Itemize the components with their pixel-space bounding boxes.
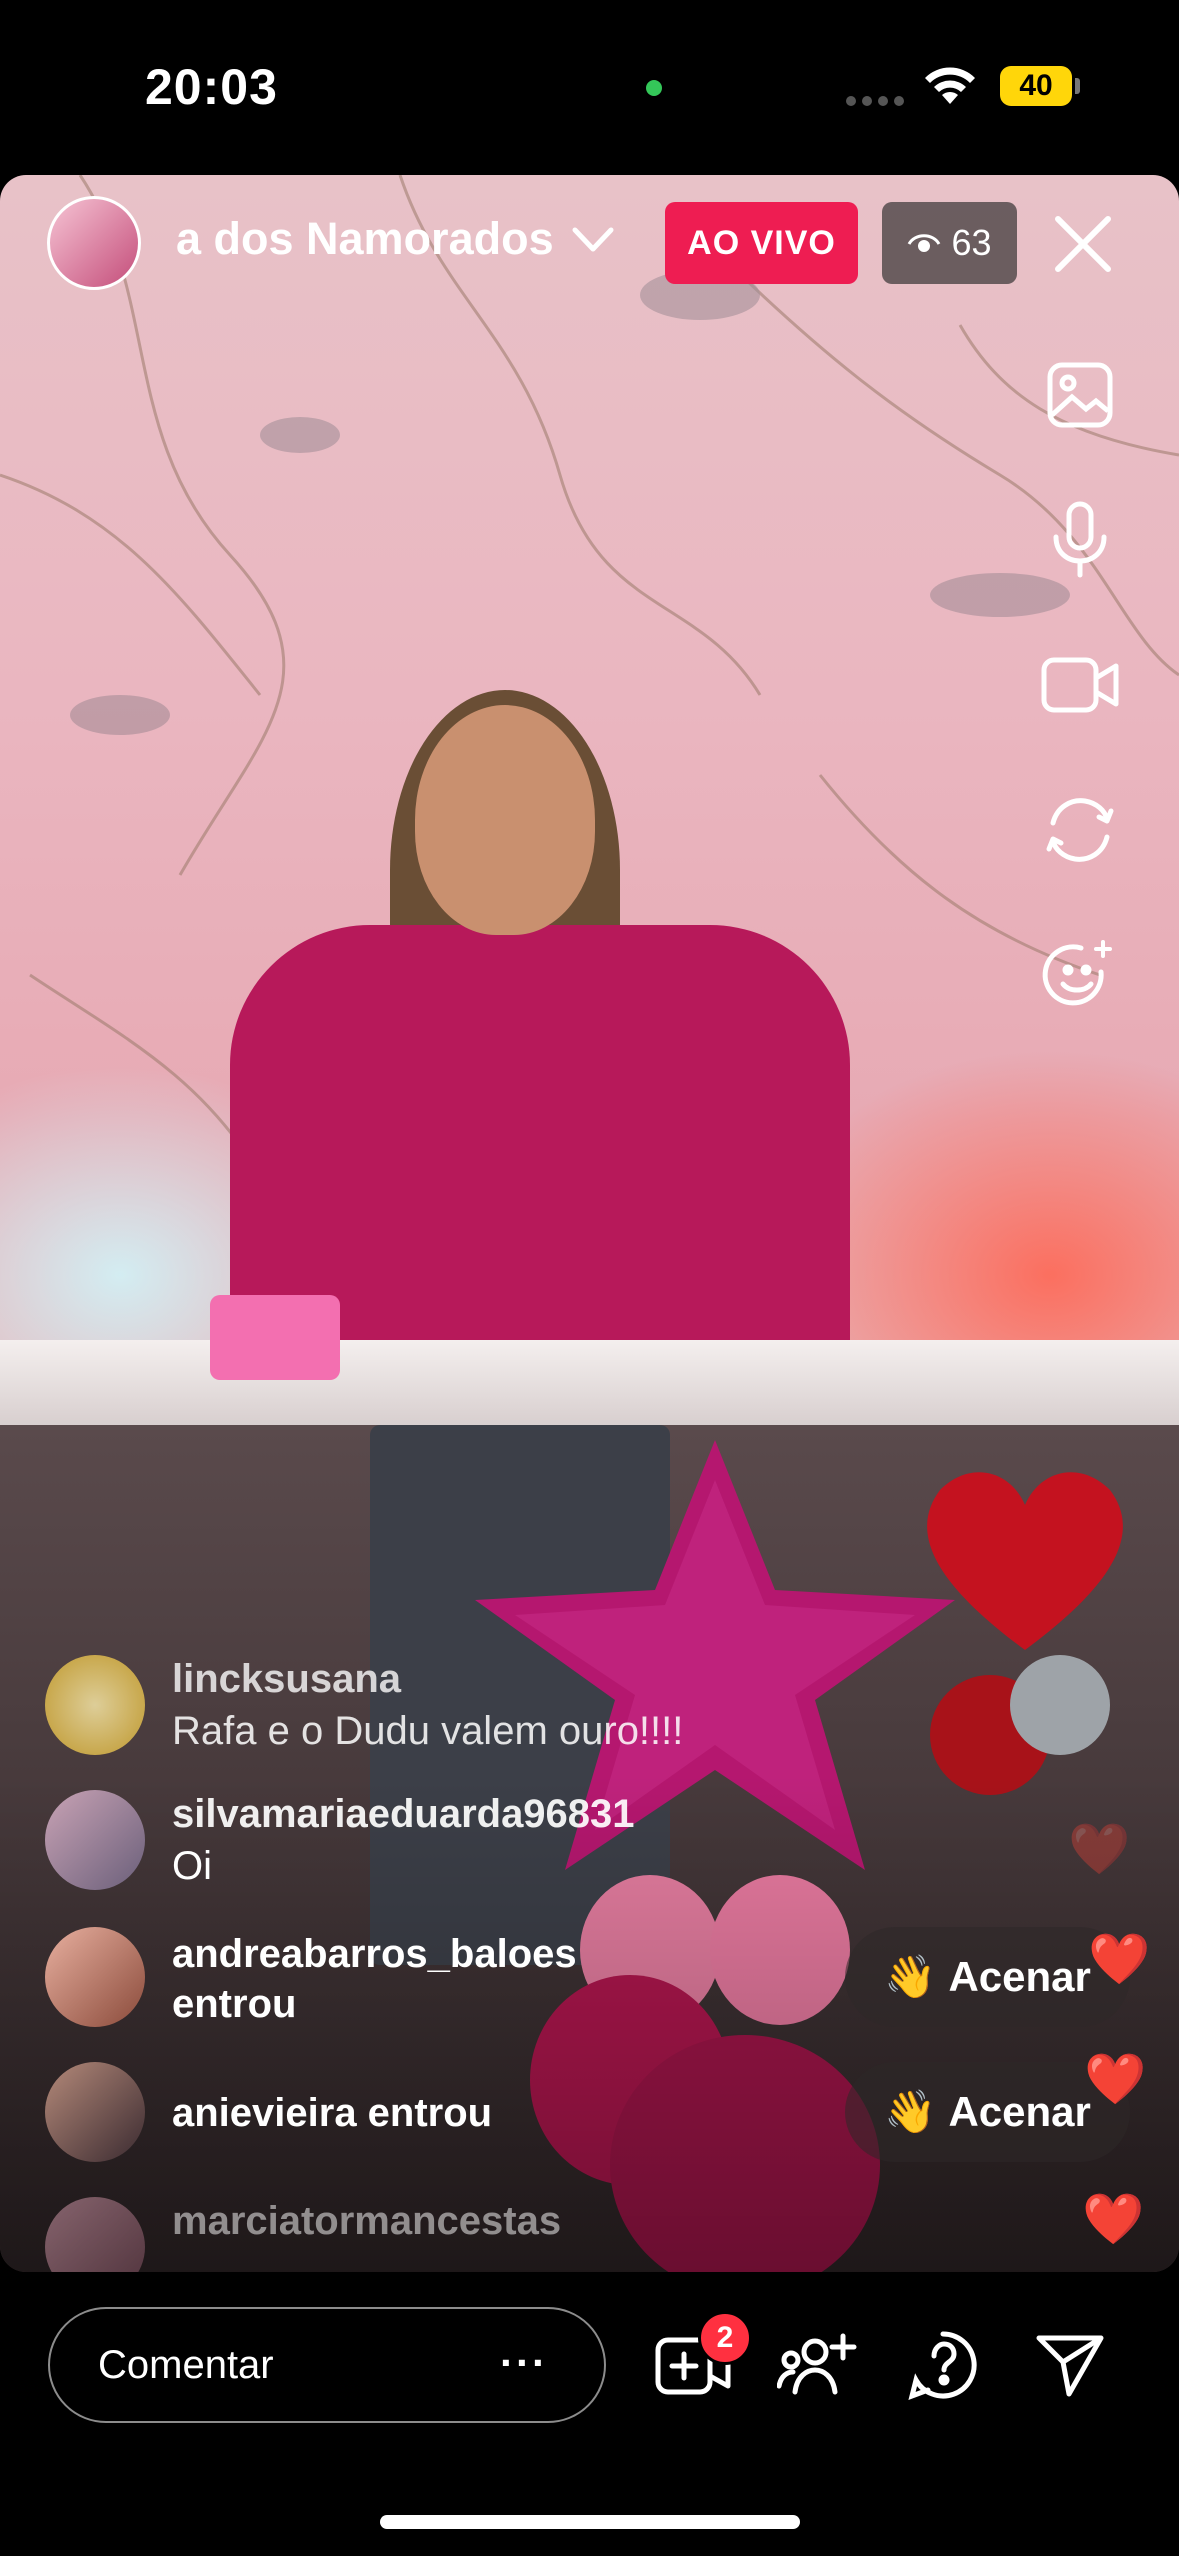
heart-reaction: ❤️ xyxy=(1088,1931,1151,1987)
signal-dots-icon xyxy=(846,93,910,111)
comment-username[interactable]: silvamariaeduarda96831 xyxy=(172,1792,635,1837)
gallery-icon[interactable] xyxy=(1035,350,1125,440)
live-title[interactable]: a dos Namorados xyxy=(176,213,596,265)
heart-reaction: ❤️ xyxy=(1082,2191,1145,2247)
battery-tip xyxy=(1075,78,1080,94)
flip-camera-icon[interactable] xyxy=(1035,785,1125,875)
microphone-icon[interactable] xyxy=(1035,495,1125,585)
status-bar: 20:03 40 xyxy=(0,0,1179,175)
camera-in-use-indicator xyxy=(646,80,662,96)
commenter-avatar[interactable] xyxy=(45,2197,145,2272)
comment-username[interactable]: marciatormancestas xyxy=(172,2199,561,2244)
commenter-avatar[interactable] xyxy=(45,1655,145,1755)
face-effects-icon[interactable] xyxy=(1035,930,1125,1020)
commenter-avatar[interactable] xyxy=(45,1927,145,2027)
join-username[interactable]: andreabarros_baloes xyxy=(172,1929,577,1979)
wave-hand-icon: 👋 xyxy=(884,2087,937,2135)
more-options-button[interactable]: ··· xyxy=(500,2339,548,2387)
heart-reaction: ❤️ xyxy=(1068,1821,1131,1877)
commenter-avatar[interactable] xyxy=(45,2062,145,2162)
battery-icon: 40 xyxy=(1000,66,1072,106)
comment-item[interactable]: marciatormancestas xyxy=(45,2197,945,2272)
comment-text: Oi xyxy=(172,1844,212,1888)
heart-reaction: ❤️ xyxy=(1084,2051,1147,2107)
invite-user-icon[interactable] xyxy=(772,2320,862,2410)
share-send-icon[interactable] xyxy=(1025,2320,1115,2410)
live-badge: AO VIVO xyxy=(665,202,858,284)
home-indicator[interactable] xyxy=(380,2515,800,2529)
request-badge: 2 xyxy=(698,2311,752,2365)
eye-icon xyxy=(908,234,941,252)
comment-item[interactable]: lincksusana Rafa e o Dudu valem ouro!!!! xyxy=(45,1655,945,1765)
wave-hand-icon: 👋 xyxy=(884,1952,937,2000)
presenter-face xyxy=(415,705,595,935)
join-item[interactable]: anievieira entrou xyxy=(45,2062,945,2172)
close-icon[interactable] xyxy=(1052,213,1114,280)
silver-balloon xyxy=(1010,1655,1110,1755)
join-text[interactable]: anievieira entrou xyxy=(172,2088,492,2138)
status-time: 20:03 xyxy=(145,59,278,115)
host-avatar[interactable] xyxy=(47,196,141,290)
wave-label: Acenar xyxy=(948,1953,1091,2000)
phone-stand xyxy=(210,1295,340,1380)
comment-input[interactable]: Comentar ··· xyxy=(48,2307,606,2423)
work-table xyxy=(0,1340,1179,1425)
comment-username[interactable]: lincksusana xyxy=(172,1657,401,1702)
viewer-count[interactable]: 63 xyxy=(882,202,1017,284)
commenter-avatar[interactable] xyxy=(45,1790,145,1890)
viewer-count-value: 63 xyxy=(951,222,992,263)
wifi-icon xyxy=(922,64,978,111)
video-camera-icon[interactable] xyxy=(1035,640,1125,730)
chevron-down-icon[interactable] xyxy=(570,222,616,263)
question-icon[interactable] xyxy=(898,2320,988,2410)
join-item[interactable]: andreabarros_baloes entrou xyxy=(45,1927,945,2037)
comment-text: Rafa e o Dudu valem ouro!!!! xyxy=(172,1709,684,1753)
comment-item[interactable]: silvamariaeduarda96831 Oi xyxy=(45,1790,945,1900)
join-text: entrou xyxy=(172,1982,297,2026)
comment-placeholder: Comentar xyxy=(98,2343,274,2387)
wave-label: Acenar xyxy=(948,2088,1091,2135)
